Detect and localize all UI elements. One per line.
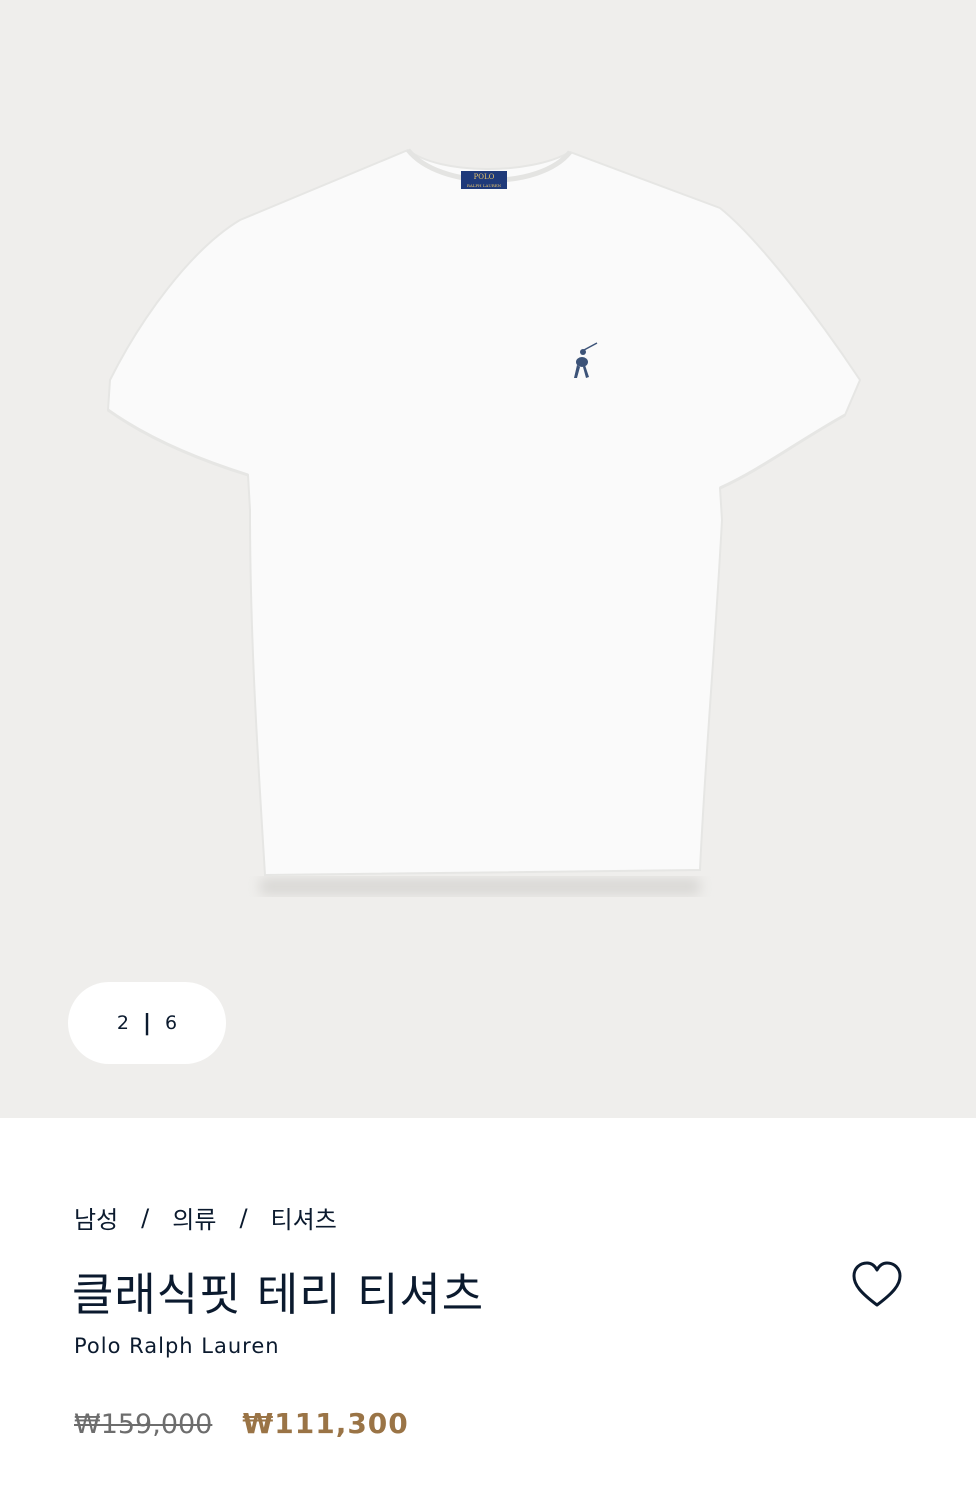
product-brand[interactable]: Polo Ralph Lauren <box>74 1334 280 1358</box>
product-image-gallery[interactable]: POLO RALPH LAUREN 2 | 6 <box>0 0 976 1118</box>
pager-current: 2 <box>116 1012 129 1034</box>
product-details: 남성 / 의류 / 티셔츠 클래식핏 테리 티셔츠 Polo Ralph Lau… <box>0 1118 976 1500</box>
breadcrumb-tshirts[interactable]: 티셔츠 <box>271 1200 337 1235</box>
sale-price: ₩111,300 <box>242 1407 409 1440</box>
breadcrumb-clothing[interactable]: 의류 <box>172 1200 216 1235</box>
pager-separator: | <box>142 1010 152 1036</box>
label-brand-line2: RALPH LAUREN <box>467 183 502 188</box>
pager-total: 6 <box>165 1012 178 1034</box>
breadcrumb-separator: / <box>141 1203 150 1232</box>
wishlist-button[interactable] <box>849 1258 905 1314</box>
breadcrumb: 남성 / 의류 / 티셔츠 <box>74 1200 337 1235</box>
breadcrumb-separator: / <box>239 1203 248 1232</box>
heart-outline-icon <box>852 1261 902 1307</box>
product-image[interactable]: POLO RALPH LAUREN <box>0 0 976 1118</box>
original-price: ₩159,000 <box>74 1409 213 1440</box>
label-brand-line1: POLO <box>474 173 495 181</box>
product-title: 클래식핏 테리 티셔츠 <box>72 1268 485 1321</box>
breadcrumb-men[interactable]: 남성 <box>74 1200 118 1235</box>
price-row: ₩159,000 ₩111,300 <box>74 1407 409 1440</box>
image-pager: 2 | 6 <box>68 982 226 1064</box>
